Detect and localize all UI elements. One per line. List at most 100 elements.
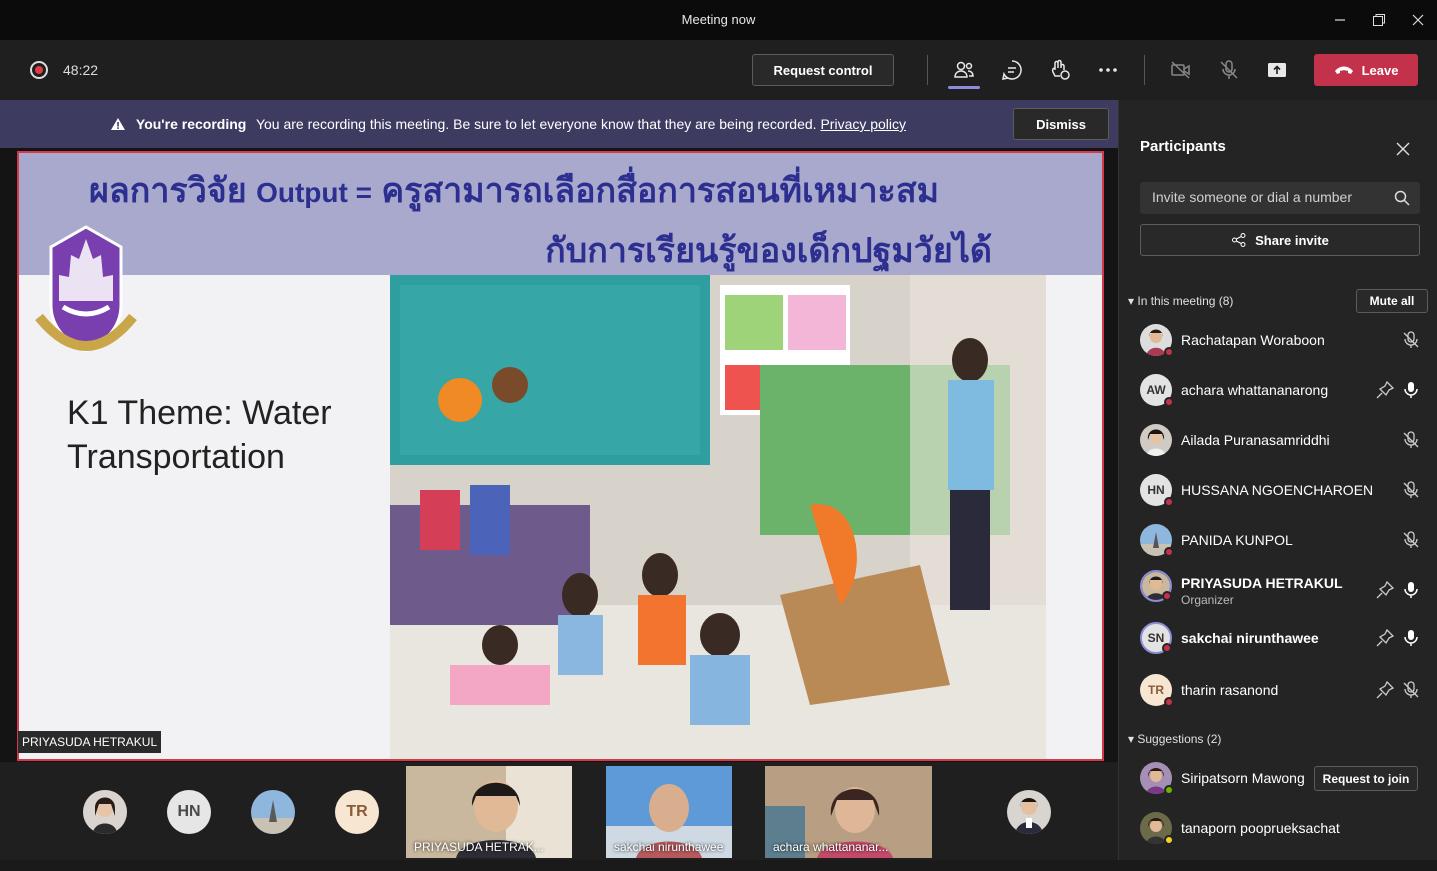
recording-message: You're recording You are recording this … bbox=[110, 116, 906, 132]
status-icon bbox=[1164, 697, 1174, 707]
status-icon bbox=[1164, 835, 1174, 845]
share-invite-button[interactable]: Share invite bbox=[1140, 224, 1420, 256]
mic-off-icon bbox=[1403, 331, 1419, 348]
tile-label: sakchai nirunthawee bbox=[614, 840, 724, 854]
participant-row[interactable]: SN sakchai nirunthawee bbox=[1140, 620, 1430, 660]
phone-hangup-icon bbox=[1334, 66, 1353, 74]
classroom-photo bbox=[390, 275, 1046, 759]
mic-off-icon[interactable] bbox=[1215, 56, 1243, 84]
presenter-name-tag: PRIYASUDA HETRAKUL bbox=[18, 731, 162, 753]
status-icon bbox=[1162, 591, 1172, 601]
video-tile-achara[interactable]: achara whattananar... bbox=[765, 766, 932, 858]
participant-row[interactable]: TR tharin rasanond bbox=[1140, 672, 1430, 712]
invite-input[interactable]: Invite someone or dial a number bbox=[1140, 182, 1420, 214]
pin-icon[interactable] bbox=[1376, 581, 1394, 599]
avatar-hn[interactable]: HN bbox=[167, 790, 211, 834]
status-icon bbox=[1164, 547, 1174, 557]
participant-avatar[interactable] bbox=[83, 790, 127, 834]
request-to-join-button[interactable]: Request to join bbox=[1314, 766, 1418, 791]
suggestions-section[interactable]: ▾ Suggestions (2) bbox=[1128, 732, 1221, 746]
recording-icon bbox=[30, 61, 48, 79]
video-tile-priyasuda[interactable]: PRIYASUDA HETRAK... bbox=[406, 766, 572, 858]
participant-name: tharin rasanond bbox=[1181, 682, 1279, 698]
camera-off-icon[interactable] bbox=[1167, 56, 1195, 84]
participant-row[interactable]: Ailada Puranasamriddhi bbox=[1140, 422, 1430, 462]
status-icon bbox=[1164, 347, 1174, 357]
participant-row[interactable]: PRIYASUDA HETRAKUL Organizer bbox=[1140, 568, 1430, 612]
participants-icon[interactable] bbox=[950, 56, 978, 84]
in-meeting-section[interactable]: ▾ In this meeting (8) bbox=[1128, 294, 1233, 308]
participant-name: tanaporn pooprueksachat bbox=[1181, 820, 1340, 836]
tile-label: PRIYASUDA HETRAK... bbox=[414, 840, 544, 854]
participant-row[interactable]: Rachatapan Woraboon bbox=[1140, 322, 1430, 362]
participant-name: PANIDA KUNPOL bbox=[1181, 532, 1293, 548]
reactions-icon[interactable] bbox=[1046, 56, 1074, 84]
avatar: TR bbox=[1140, 674, 1174, 707]
window-title: Meeting now bbox=[681, 12, 756, 27]
recording-banner: You're recording You are recording this … bbox=[0, 100, 1118, 148]
close-panel-icon[interactable] bbox=[1394, 140, 1412, 158]
dismiss-button[interactable]: Dismiss bbox=[1013, 108, 1109, 140]
chat-icon[interactable] bbox=[998, 56, 1026, 84]
mic-off-icon bbox=[1403, 531, 1419, 548]
participant-avatar[interactable] bbox=[251, 790, 295, 834]
participant-name: Rachatapan Woraboon bbox=[1181, 332, 1325, 348]
video-tile-sakchai[interactable]: sakchai nirunthawee bbox=[606, 766, 732, 858]
status-icon bbox=[1162, 643, 1172, 653]
request-control-button[interactable]: Request control bbox=[752, 54, 894, 86]
toolbar-divider bbox=[1144, 55, 1145, 85]
pin-icon[interactable] bbox=[1376, 381, 1394, 399]
avatar bbox=[1140, 762, 1174, 795]
mute-all-button[interactable]: Mute all bbox=[1356, 289, 1428, 313]
toolbar-divider bbox=[927, 55, 928, 85]
participant-avatar[interactable] bbox=[1007, 790, 1051, 834]
suggested-row[interactable]: tanaporn pooprueksachat bbox=[1140, 810, 1430, 850]
leave-label: Leave bbox=[1361, 62, 1399, 78]
slide-title-line1: ผลการวิจัย Output = ครูสามารถเลือกสื่อกา… bbox=[89, 172, 939, 210]
avatar bbox=[1140, 812, 1174, 845]
suggestions-label: Suggestions (2) bbox=[1137, 732, 1222, 746]
shared-slide: ผลการวิจัย Output = ครูสามารถเลือกสื่อกา… bbox=[17, 151, 1104, 761]
university-logo bbox=[35, 225, 137, 353]
pin-icon[interactable] bbox=[1376, 629, 1394, 647]
participant-role: Organizer bbox=[1181, 593, 1234, 607]
participant-name: HUSSANA NGOENCHAROEN bbox=[1181, 482, 1374, 498]
close-icon[interactable] bbox=[1406, 8, 1430, 32]
mic-off-icon bbox=[1403, 431, 1419, 448]
maximize-icon[interactable] bbox=[1367, 8, 1391, 32]
recording-text: You are recording this meeting. Be sure … bbox=[255, 116, 817, 132]
privacy-policy-link[interactable]: Privacy policy bbox=[820, 116, 906, 132]
title-bar: Meeting now bbox=[0, 0, 1437, 40]
avatar: AW bbox=[1140, 374, 1174, 407]
participant-row[interactable]: PANIDA KUNPOL bbox=[1140, 522, 1430, 562]
participant-name: achara whattananarong bbox=[1181, 382, 1329, 398]
mic-on-icon bbox=[1404, 582, 1418, 598]
avatar: SN bbox=[1140, 622, 1172, 654]
avatar: HN bbox=[1140, 474, 1174, 507]
mic-on-icon bbox=[1404, 630, 1418, 646]
participant-row[interactable]: HN HUSSANA NGOENCHAROEN bbox=[1140, 472, 1430, 512]
pin-icon[interactable] bbox=[1376, 681, 1394, 699]
mic-off-icon bbox=[1403, 481, 1419, 498]
status-icon bbox=[1164, 785, 1174, 795]
panel-title: Participants bbox=[1140, 138, 1226, 155]
more-options-icon[interactable] bbox=[1094, 56, 1122, 84]
chevron-down-icon: ▾ bbox=[1128, 732, 1135, 746]
active-tab-indicator bbox=[948, 86, 980, 89]
participant-name: Siripatsorn Mawong bbox=[1181, 770, 1305, 786]
status-icon bbox=[1164, 497, 1174, 507]
search-icon[interactable] bbox=[1394, 190, 1410, 206]
leave-button[interactable]: Leave bbox=[1314, 54, 1418, 86]
minimize-icon[interactable] bbox=[1328, 8, 1352, 32]
share-screen-icon[interactable] bbox=[1263, 56, 1291, 84]
participant-row[interactable]: AW achara whattananarong bbox=[1140, 372, 1430, 412]
chevron-down-icon: ▾ bbox=[1128, 294, 1135, 308]
meeting-timer: 48:22 bbox=[63, 62, 99, 78]
avatar bbox=[1140, 424, 1172, 456]
status-icon bbox=[1164, 397, 1174, 407]
share-icon bbox=[1232, 233, 1246, 247]
tile-label: achara whattananar... bbox=[773, 840, 889, 854]
mic-on-icon bbox=[1404, 382, 1418, 398]
recording-title: You're recording bbox=[135, 116, 247, 132]
avatar-tr[interactable]: TR bbox=[335, 790, 379, 834]
